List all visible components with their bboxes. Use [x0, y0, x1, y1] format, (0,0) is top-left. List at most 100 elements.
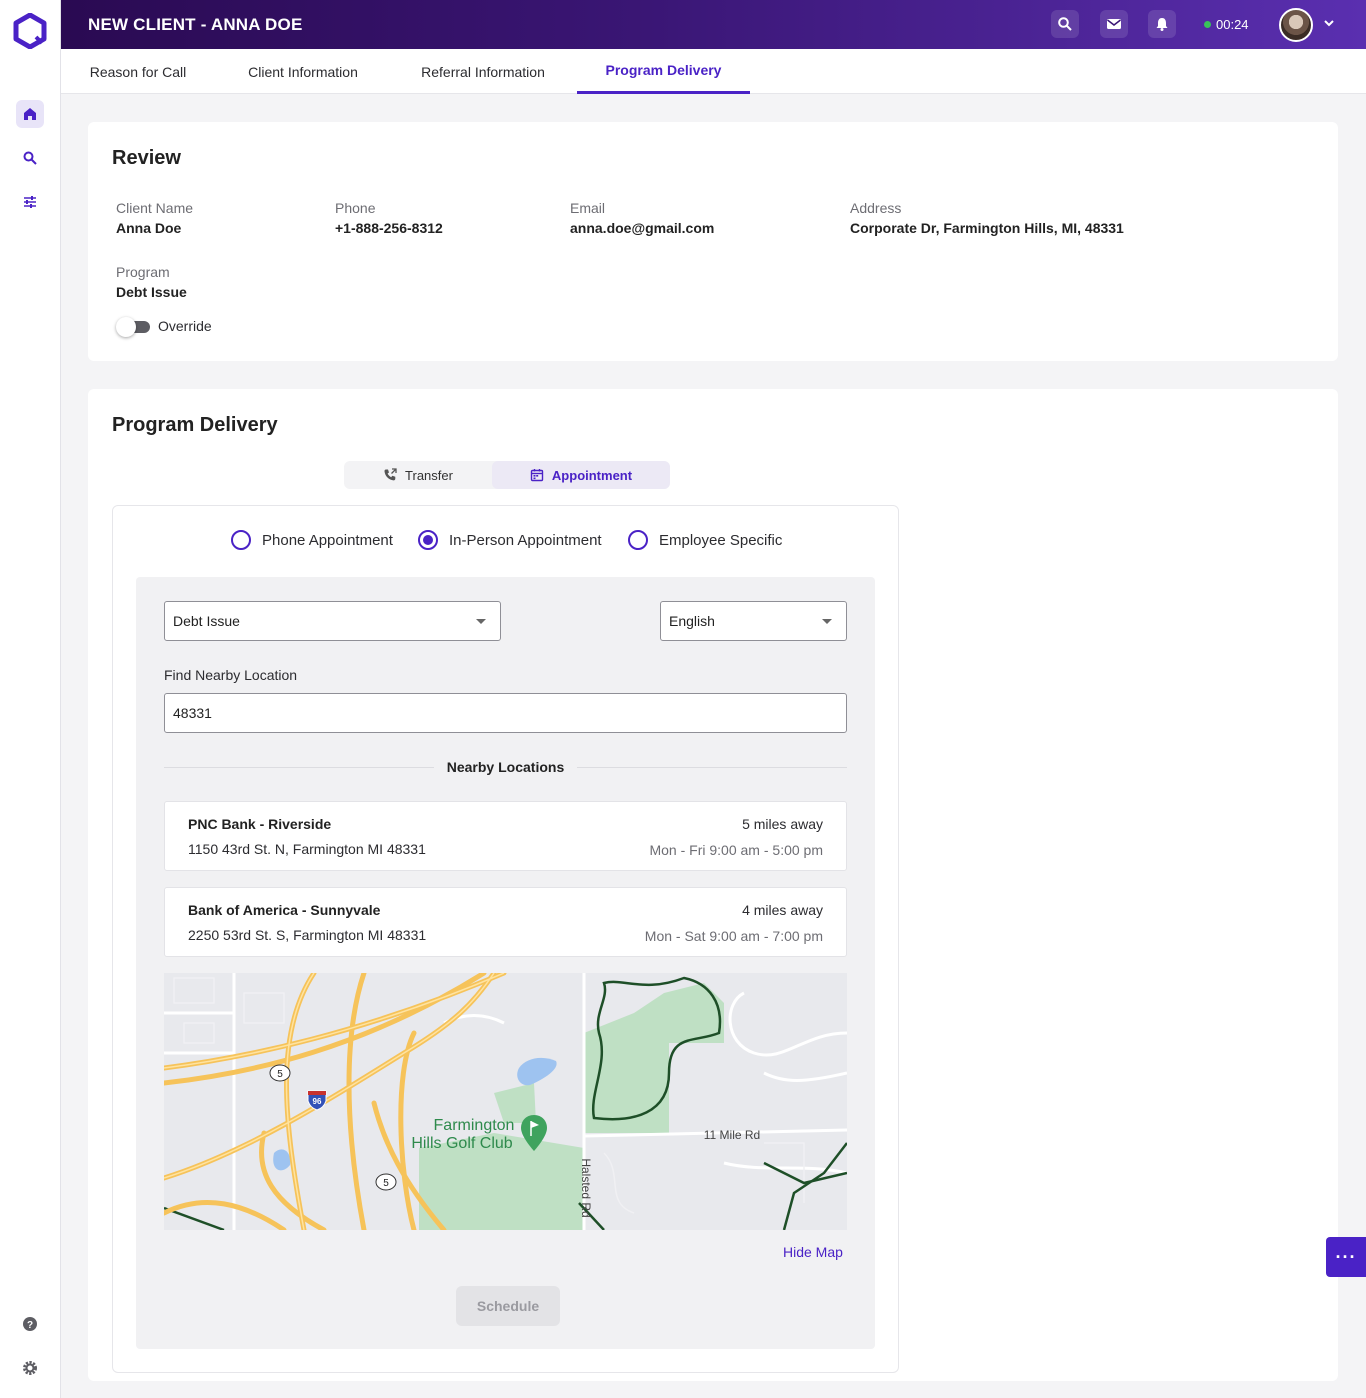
hide-map-link[interactable]: Hide Map	[783, 1244, 843, 1260]
caret-down-icon	[822, 619, 832, 624]
nav-home-button[interactable]	[16, 100, 44, 128]
location-address: 2250 53rd St. S, Farmington MI 48331	[188, 927, 427, 943]
header-mail-button[interactable]	[1100, 10, 1128, 38]
svg-text:?: ?	[27, 1320, 33, 1331]
call-timer: 00:24	[1204, 17, 1249, 32]
route-5-label: 5	[383, 1178, 389, 1189]
phone-appointment-radio[interactable]: Phone Appointment	[231, 530, 393, 550]
appointment-label: Appointment	[551, 467, 633, 483]
tab-label: Referral Information	[421, 63, 545, 80]
avatar[interactable]	[1279, 8, 1313, 42]
address-label: Address	[850, 200, 902, 216]
caret-down-icon	[476, 619, 486, 624]
route-5-shield: 5	[269, 1064, 291, 1082]
nav-filters-button[interactable]	[16, 188, 44, 216]
search-icon	[23, 151, 37, 165]
top-header: NEW CLIENT - ANNA DOE 00:24	[61, 0, 1366, 49]
nearby-locations-title: Nearby Locations	[446, 759, 565, 775]
phone-value: +1-888-256-8312	[335, 220, 443, 236]
app-logo-icon[interactable]	[12, 13, 48, 49]
status-dot-icon	[1204, 21, 1211, 28]
delivery-mode-toggle: Transfer Appointment	[344, 461, 670, 489]
search-icon	[1058, 17, 1072, 31]
toggle-knob	[116, 317, 136, 337]
tab-label: Client Information	[248, 63, 358, 80]
find-location-value: 48331	[173, 705, 212, 721]
help-icon: ?	[23, 1317, 37, 1331]
gear-icon	[23, 1361, 37, 1375]
tab-program-delivery[interactable]: Program Delivery	[577, 49, 750, 94]
phone-transfer-icon	[384, 468, 397, 481]
client-name-value: Anna Doe	[116, 220, 182, 236]
map-place-name: Farmington	[434, 1117, 515, 1134]
location-hours: Mon - Sat 9:00 am - 7:00 pm	[644, 928, 823, 944]
bell-icon	[1156, 18, 1168, 31]
home-icon	[24, 108, 36, 120]
program-value: Debt Issue	[116, 284, 187, 300]
location-address: 1150 43rd St. N, Farmington MI 48331	[188, 841, 426, 857]
map-canvas: 5 5 96 Farmington Hills Golf Club 11 Mil…	[164, 973, 847, 1230]
phone-label: Phone	[335, 200, 376, 216]
header-notifications-button[interactable]	[1148, 10, 1176, 38]
timer-value: 00:24	[1216, 17, 1249, 32]
list-item[interactable]: Bank of America - Sunnyvale 2250 53rd St…	[164, 887, 847, 957]
email-label: Email	[570, 200, 606, 216]
tab-bar: Reason for Call Client Information Refer…	[61, 49, 1366, 94]
email-value: anna.doe@gmail.com	[570, 220, 715, 236]
override-label: Override	[158, 318, 212, 334]
transfer-label: Transfer	[405, 467, 453, 483]
appointment-segment[interactable]: Appointment	[492, 461, 670, 489]
employee-specific-radio[interactable]: Employee Specific	[628, 530, 782, 550]
location-name: PNC Bank - Riverside	[188, 816, 332, 832]
tab-reason-for-call[interactable]: Reason for Call	[61, 49, 215, 94]
page-title: NEW CLIENT - ANNA DOE	[88, 15, 303, 34]
radio-circle	[418, 530, 438, 550]
schedule-button[interactable]: Schedule	[456, 1286, 560, 1326]
in-person-appointment-radio[interactable]: In-Person Appointment	[418, 530, 602, 550]
program-select[interactable]: Debt Issue	[164, 601, 501, 641]
mail-icon	[1107, 19, 1121, 29]
radio-circle	[628, 530, 648, 550]
find-location-input[interactable]: 48331	[164, 693, 847, 733]
chevron-down-icon[interactable]	[1323, 17, 1335, 29]
tab-label: Program Delivery	[605, 62, 722, 78]
header-search-button[interactable]	[1051, 10, 1079, 38]
tab-client-information[interactable]: Client Information	[227, 49, 379, 94]
location-distance: 5 miles away	[742, 816, 823, 832]
language-select[interactable]: English	[660, 601, 847, 641]
map-place-name: Hills Golf Club	[411, 1135, 512, 1152]
list-item[interactable]: PNC Bank - Riverside 1150 43rd St. N, Fa…	[164, 801, 847, 871]
route-5-shield-2: 5	[375, 1173, 397, 1191]
program-delivery-title: Program Delivery	[112, 414, 278, 436]
more-icon: ···	[1335, 1246, 1357, 1267]
tab-referral-information[interactable]: Referral Information	[401, 49, 565, 94]
route-5-label: 5	[277, 1069, 283, 1080]
address-value: Corporate Dr, Farmington Hills, MI, 4833…	[850, 220, 1124, 236]
find-location-label: Find Nearby Location	[164, 667, 298, 683]
location-map[interactable]: 5 5 96 Farmington Hills Golf Club 11 Mil…	[164, 973, 847, 1230]
location-hours: Mon - Fri 9:00 am - 5:00 pm	[649, 842, 823, 858]
review-card	[88, 122, 1338, 361]
radio-label: Employee Specific	[659, 531, 783, 549]
radio-label: In-Person Appointment	[449, 531, 602, 549]
interstate-96-label: 96	[313, 1097, 322, 1106]
location-distance: 4 miles away	[742, 902, 823, 918]
override-toggle[interactable]	[116, 317, 150, 337]
help-button[interactable]: ?	[16, 1310, 44, 1338]
sliders-icon	[24, 196, 36, 208]
location-name: Bank of America - Sunnyvale	[188, 902, 381, 918]
program-label: Program	[116, 264, 170, 280]
map-road-label: 11 Mile Rd	[704, 1128, 760, 1142]
more-options-button[interactable]: ···	[1326, 1237, 1366, 1277]
tab-label: Reason for Call	[89, 63, 187, 80]
transfer-segment[interactable]: Transfer	[344, 461, 492, 489]
map-road-label: Halsted Rd	[579, 1158, 593, 1217]
radio-circle	[231, 530, 251, 550]
language-select-value: English	[669, 613, 715, 629]
nav-search-button[interactable]	[16, 144, 44, 172]
program-select-value: Debt Issue	[173, 613, 240, 629]
nearby-locations-divider: Nearby Locations	[164, 758, 847, 776]
left-sidebar: ?	[0, 0, 61, 1398]
settings-button[interactable]	[16, 1354, 44, 1382]
calendar-icon	[530, 469, 544, 482]
